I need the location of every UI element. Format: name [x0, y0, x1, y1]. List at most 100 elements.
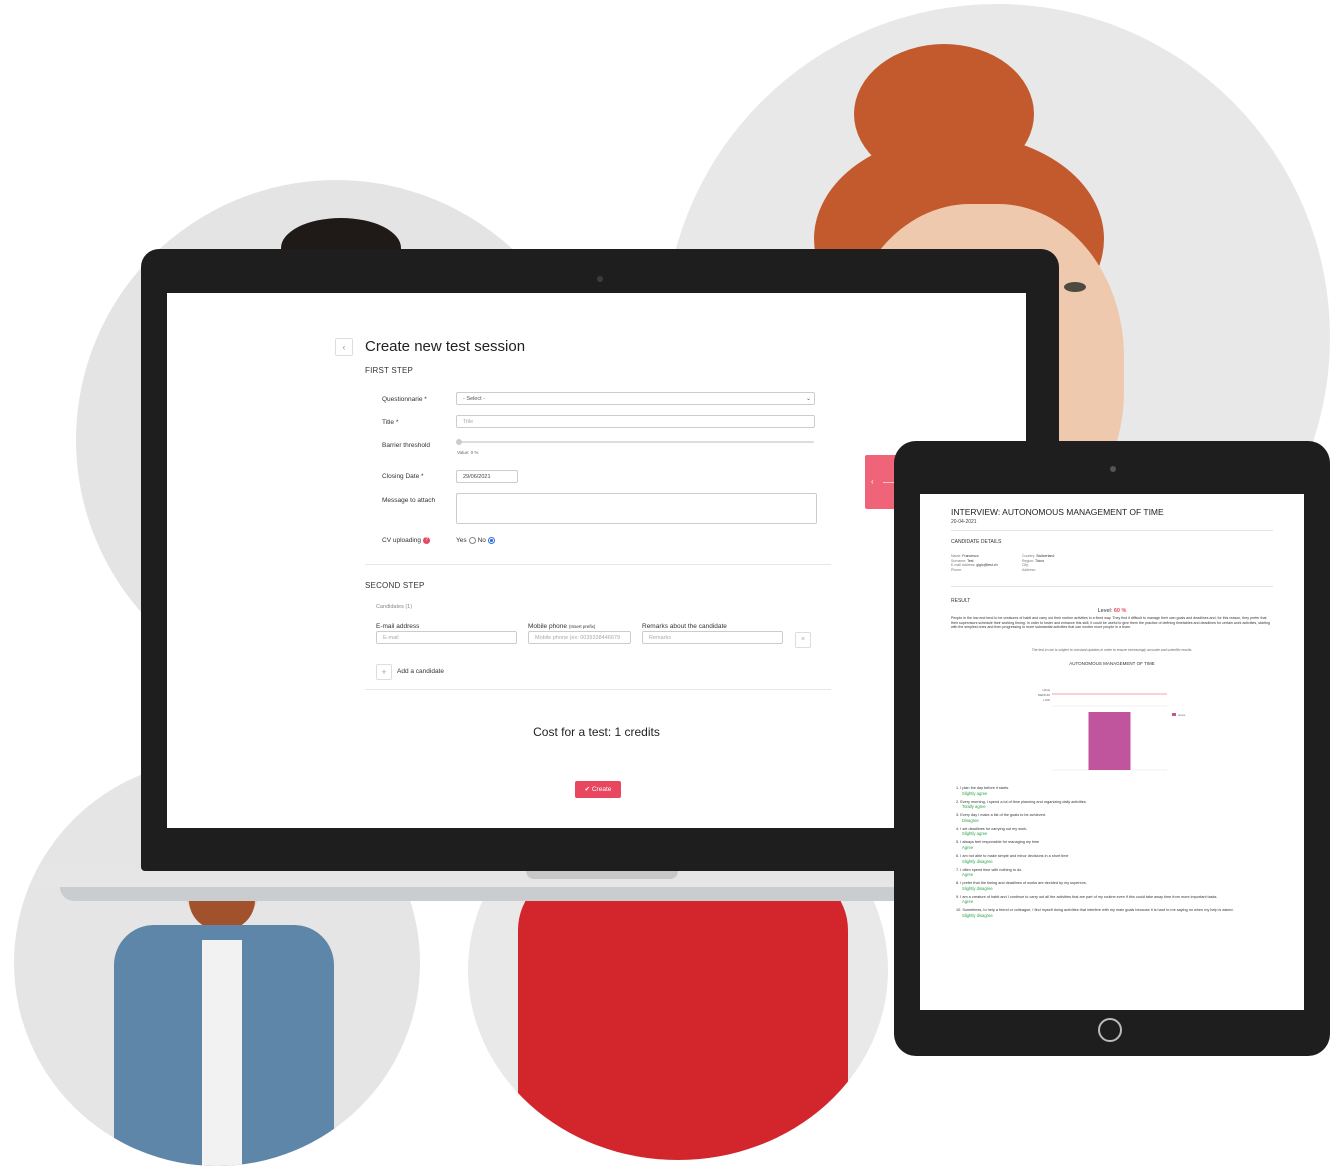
candidates-count: Candidates (1) [376, 604, 413, 610]
tablet-camera [1110, 466, 1116, 472]
question-text: 2. Every morning, I spend a lot of time … [956, 799, 1087, 804]
detail-key: Region: [1022, 558, 1035, 563]
cv-uploading-text: CV uploading [382, 537, 422, 545]
mobile-label-text: Mobile phone [528, 623, 568, 630]
score-bar [1088, 712, 1131, 770]
candidate-details-heading: CANDIDATE DETAILS [951, 539, 1002, 545]
create-button[interactable]: ✔ Create [575, 781, 621, 798]
question-item: 6. I am not able to make simple and mino… [956, 854, 1274, 864]
closing-date-input[interactable]: 29/06/2021 [456, 470, 518, 483]
title-input[interactable]: Title [456, 415, 815, 428]
help-icon[interactable]: ? [423, 537, 431, 544]
answer-text: Agree [962, 872, 974, 878]
barrier-slider-thumb[interactable] [456, 439, 462, 445]
cv-yes-radio[interactable] [468, 537, 476, 544]
question-item: 10. Sometimes, to help a friend or colle… [956, 908, 1274, 918]
result-heading: RESULT [951, 598, 971, 604]
second-step-heading: SECOND STEP [365, 581, 425, 590]
question-text: 10. Sometimes, to help a friend or colle… [956, 908, 1234, 913]
tablet-screen: INTERVIEW: AUTONOMOUS MANAGEMENT OF TIME… [920, 494, 1304, 1010]
questionnaire-label: Questionnarie * [382, 396, 427, 403]
question-item: 3. Every day I make a list of the goals … [956, 813, 1274, 823]
question-item: 4. I set deadlines for carrying out my w… [956, 827, 1274, 837]
question-item: 8. I prefer that the timing and deadline… [956, 881, 1274, 891]
barrier-threshold-label: Barrier threshold [382, 442, 431, 449]
title-label: Title * [382, 419, 399, 426]
report-title: INTERVIEW: AUTONOMOUS MANAGEMENT OF TIME [951, 507, 1164, 517]
detail-key: Address: [1022, 567, 1036, 572]
remarks-column-label: Remarks about the candidate [642, 623, 727, 630]
question-text: 5. I always feel responsible for managin… [956, 840, 1040, 845]
detail-value: gigio@test.ch [976, 563, 998, 568]
question-item: 9. I am a creature of habit and I contin… [956, 895, 1274, 905]
eye [1064, 282, 1086, 292]
detail-address: Address: [1022, 568, 1054, 573]
answer-text: Agree [962, 899, 974, 905]
answer-text: Totally agree [962, 804, 986, 810]
result-chart: HIGHMEDIUMLOW score [1038, 688, 1186, 771]
cv-yes-label: Yes [456, 537, 467, 545]
divider [951, 586, 1273, 587]
question-text: 7. I often spend time with nothing to do… [956, 867, 1023, 872]
question-item: 7. I often spend time with nothing to do… [956, 868, 1274, 878]
barrier-slider-track[interactable] [457, 441, 814, 443]
red-sweater [518, 870, 848, 1160]
back-button[interactable]: ‹ [335, 338, 353, 356]
message-label: Message to attach [382, 497, 436, 504]
detail-key: City: [1022, 563, 1029, 568]
questionnaire-select[interactable]: - Select - ⌄ [456, 392, 815, 405]
answer-text: Slightly agree [962, 831, 988, 837]
add-candidate-link[interactable]: Add a candidate [397, 668, 444, 675]
add-candidate-plus-icon[interactable]: + [376, 664, 392, 680]
level: Level: 60 % [920, 608, 1304, 614]
question-text: 8. I prefer that the timing and deadline… [956, 881, 1087, 886]
divider [365, 689, 831, 690]
remove-candidate-button[interactable]: × [795, 632, 811, 648]
details-left: Name: Francesco Surname: Test E-mail add… [951, 554, 998, 572]
cv-radio-group: Yes No [456, 537, 497, 544]
mobile-hint: (Insert prefix) [568, 624, 596, 629]
candidate-remarks-input[interactable]: Remarks [642, 631, 783, 644]
detail-value: Francesco [962, 554, 979, 558]
level-label: Level: [1097, 608, 1113, 614]
detail-key: Country: [1022, 554, 1036, 558]
questionnaire-value: - Select - [463, 396, 486, 402]
side-panel-toggle[interactable]: ‹ [865, 455, 897, 509]
cv-no-radio[interactable] [487, 537, 495, 544]
report-date: 20-04-2021 [951, 519, 977, 525]
divider [951, 530, 1273, 531]
candidate-email-input[interactable]: E-mail [376, 631, 517, 644]
page-title: Create new test session [365, 338, 526, 355]
details-right: Country: Switzerland Region: Ticino City… [1022, 554, 1054, 572]
laptop-camera [597, 276, 603, 282]
cv-uploading-label: CV uploading? [382, 537, 431, 545]
y-tick-label: MEDIUM [1038, 693, 1051, 697]
y-tick-label: LOW [1043, 698, 1050, 702]
question-text: 1. I plan the day before it starts. [956, 786, 1010, 790]
level-value: 60 % [1113, 608, 1127, 614]
detail-phone: Phone: [951, 568, 998, 573]
closing-date-label: Closing Date * [382, 473, 424, 480]
candidate-mobile-input[interactable]: Mobile phone (ex: 0039338446679 [528, 631, 631, 644]
tablet-home-button[interactable] [1098, 1018, 1122, 1042]
barrier-value: Value: 0 % [457, 450, 479, 455]
question-text: 9. I am a creature of habit and I contin… [956, 894, 1218, 899]
detail-key: Phone: [951, 567, 963, 572]
laptop-base-bottom [60, 887, 1020, 901]
disclaimer-note: The test in use is subject to constant u… [1031, 648, 1193, 652]
question-item: 5. I always feel responsible for managin… [956, 840, 1274, 850]
message-textarea[interactable] [456, 493, 817, 524]
detail-value: Ticino [1035, 558, 1045, 563]
detail-key: Surname: [951, 558, 967, 563]
detail-value: Test [967, 558, 974, 563]
question-text: 4. I set deadlines for carrying out my w… [956, 826, 1028, 831]
detail-value: Switzerland [1036, 554, 1055, 558]
legend-swatch [1172, 713, 1176, 716]
chevron-down-icon: ⌄ [805, 396, 811, 402]
result-paragraph: People in the low end tend to be creatur… [951, 616, 1271, 630]
chart-title: AUTONOMOUS MANAGEMENT OF TIME [1069, 661, 1155, 666]
white-tee [202, 940, 242, 1166]
answer-text: Slightly disagree [962, 885, 993, 891]
chevron-left-icon: ‹ [871, 477, 874, 486]
question-text: 3. Every day I make a list of the goals … [956, 813, 1046, 818]
